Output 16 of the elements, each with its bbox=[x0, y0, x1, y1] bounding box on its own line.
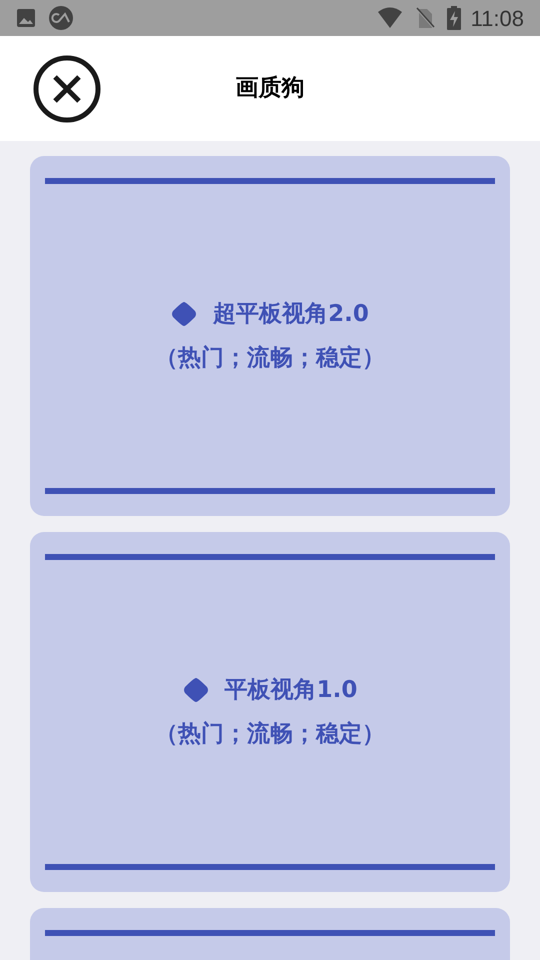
close-button[interactable] bbox=[33, 54, 101, 122]
image-icon bbox=[16, 8, 36, 28]
battery-charging-icon bbox=[446, 6, 461, 30]
option-card[interactable]: 超平板视角2.0 （热门；流畅；稳定） bbox=[30, 156, 510, 516]
no-sim-icon bbox=[414, 7, 435, 29]
option-title: 超平板视角2.0 bbox=[213, 300, 369, 328]
wifi-icon bbox=[376, 7, 403, 29]
option-card[interactable]: 平板视角1.0 （热门；流畅；稳定） bbox=[30, 532, 510, 892]
app-icon bbox=[48, 5, 74, 31]
page-title: 画质狗 bbox=[236, 74, 304, 104]
diamond-icon bbox=[182, 676, 209, 703]
option-title: 平板视角1.0 bbox=[224, 676, 358, 704]
option-subtitle: （热门；流畅；稳定） bbox=[155, 344, 385, 373]
diamond-icon bbox=[171, 300, 198, 327]
status-time: 11:08 bbox=[470, 4, 524, 32]
option-subtitle: （热门；流畅；稳定） bbox=[155, 720, 385, 749]
